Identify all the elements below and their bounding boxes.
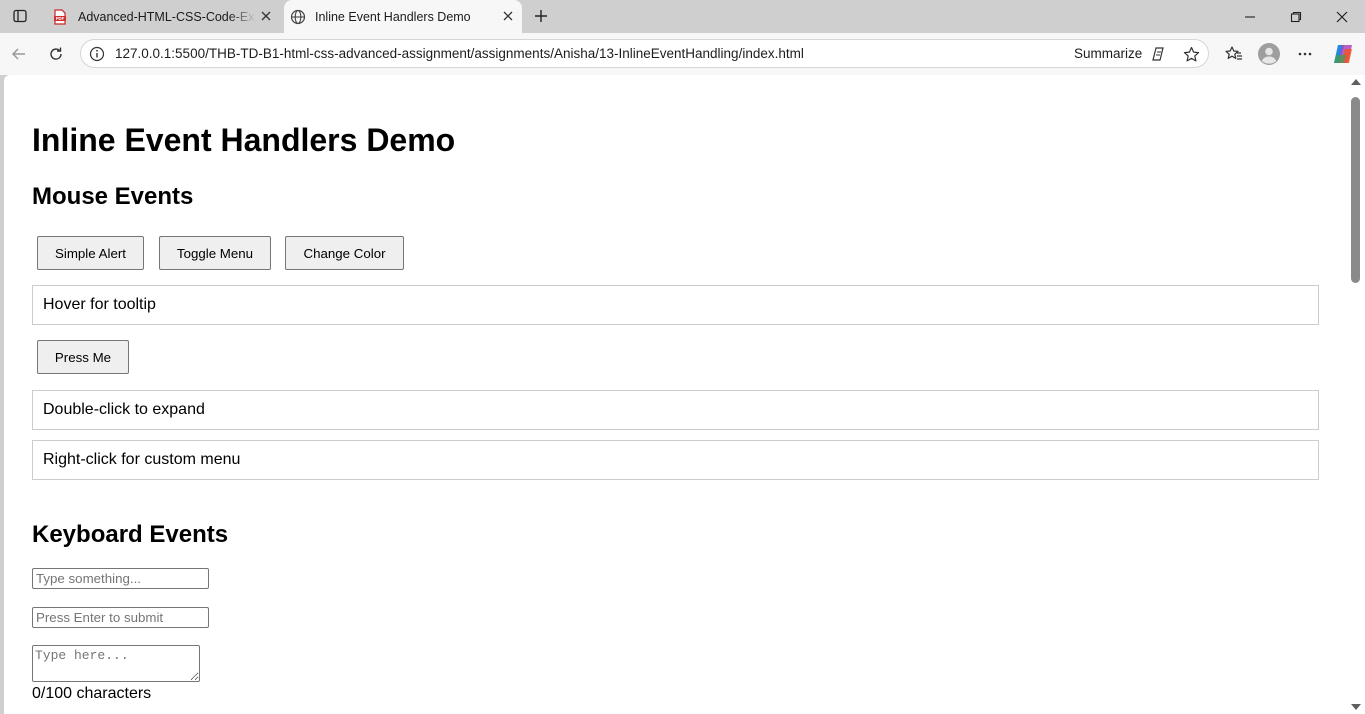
tab-actions-icon <box>13 9 27 23</box>
minimize-button[interactable] <box>1227 0 1273 33</box>
tab-close-button[interactable] <box>258 8 274 24</box>
change-color-button[interactable]: Change Color <box>285 236 404 270</box>
close-icon <box>261 11 271 21</box>
vertical-scrollbar[interactable] <box>1348 75 1365 714</box>
tooltip-hover-box[interactable]: Hover for tooltip <box>32 285 1319 325</box>
reader-mode-icon[interactable] <box>1150 45 1168 63</box>
tab-title: Inline Event Handlers Demo <box>315 9 471 24</box>
settings-more-button[interactable] <box>1293 42 1317 66</box>
type-something-input[interactable] <box>32 568 209 589</box>
keyboard-events-heading: Keyboard Events <box>32 521 229 548</box>
mouse-events-heading: Mouse Events <box>32 183 194 210</box>
right-click-box[interactable]: Right-click for custom menu <box>32 440 1319 480</box>
close-window-button[interactable] <box>1319 0 1365 33</box>
tab-strip: PDF Advanced-HTML-CSS-Code-Examples Inli… <box>0 0 1365 33</box>
page-viewport: Inline Event Handlers Demo Mouse Events … <box>4 75 1365 714</box>
page-title: Inline Event Handlers Demo <box>32 122 456 158</box>
restore-icon <box>1290 11 1302 22</box>
scroll-up-arrow-icon[interactable] <box>1351 79 1361 85</box>
svg-text:PDF: PDF <box>56 16 65 21</box>
minimize-icon <box>1245 15 1255 18</box>
pdf-icon: PDF <box>54 8 66 25</box>
close-icon <box>503 11 513 21</box>
tab-title: Advanced-HTML-CSS-Code-Examples <box>78 9 256 24</box>
copilot-button[interactable] <box>1331 42 1355 66</box>
arrow-left-icon <box>11 48 25 60</box>
more-icon <box>1298 52 1312 56</box>
press-me-button[interactable]: Press Me <box>37 340 129 374</box>
toggle-menu-button[interactable]: Toggle Menu <box>159 236 271 270</box>
simple-alert-button[interactable]: Simple Alert <box>37 236 144 270</box>
refresh-button[interactable] <box>44 42 68 66</box>
globe-icon <box>290 9 306 24</box>
avatar <box>1258 43 1280 65</box>
scroll-down-arrow-icon[interactable] <box>1351 704 1361 710</box>
plus-icon <box>535 10 547 22</box>
tab-pdf-document[interactable]: PDF Advanced-HTML-CSS-Code-Examples <box>44 0 280 33</box>
refresh-icon <box>50 47 62 60</box>
type-here-textarea[interactable] <box>32 645 200 682</box>
copilot-icon <box>1334 45 1352 63</box>
url-text[interactable]: 127.0.0.1:5500/THB-TD-B1-html-css-advanc… <box>115 46 804 61</box>
favorite-star-icon[interactable] <box>1182 45 1200 63</box>
double-click-box[interactable]: Double-click to expand <box>32 390 1319 430</box>
scrollbar-thumb[interactable] <box>1351 97 1360 283</box>
enter-submit-input[interactable] <box>32 607 209 628</box>
profile-button[interactable] <box>1257 42 1281 66</box>
favorites-button[interactable] <box>1222 42 1246 66</box>
character-counter: 0/100 characters <box>32 685 152 702</box>
restore-button[interactable] <box>1273 0 1319 33</box>
tab-inline-event-handlers[interactable]: Inline Event Handlers Demo <box>284 0 522 33</box>
tab-actions-button[interactable] <box>8 5 32 27</box>
browser-toolbar: 127.0.0.1:5500/THB-TD-B1-html-css-advanc… <box>0 33 1365 75</box>
page-content: Inline Event Handlers Demo Mouse Events … <box>4 75 1347 714</box>
address-bar[interactable]: 127.0.0.1:5500/THB-TD-B1-html-css-advanc… <box>80 39 1209 68</box>
site-info-icon[interactable] <box>89 46 105 67</box>
tab-close-button[interactable] <box>500 8 516 24</box>
close-icon <box>1336 11 1348 22</box>
back-button[interactable] <box>7 42 31 66</box>
favorites-icon <box>1225 46 1242 60</box>
summarize-button[interactable]: Summarize <box>1074 46 1142 61</box>
new-tab-button[interactable] <box>530 5 552 27</box>
